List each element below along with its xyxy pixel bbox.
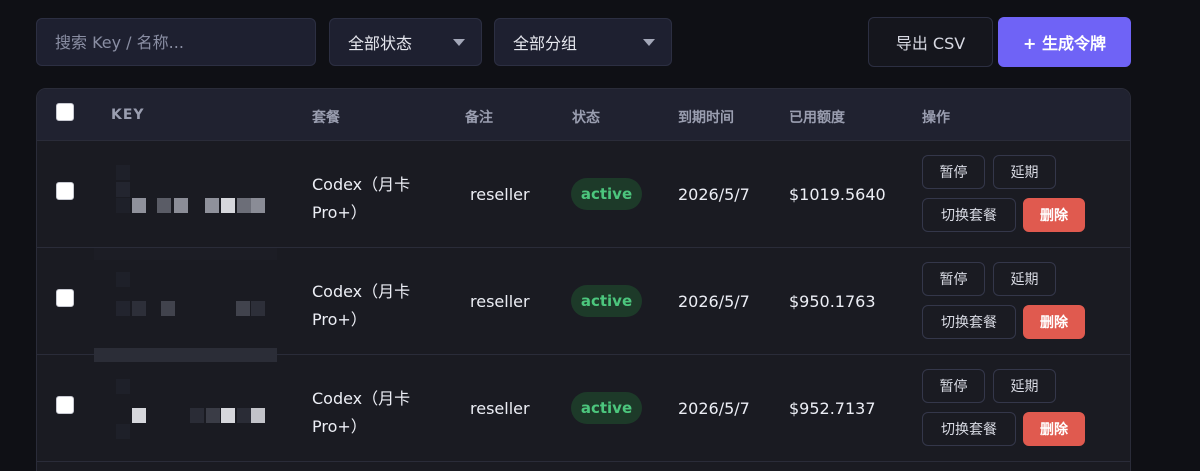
header-note: 备注 [465,110,493,126]
note-text: reseller [470,292,530,311]
status-badge: active [571,285,642,317]
header-key: KEY [111,107,145,123]
chevron-down-icon [453,39,465,46]
note-text: reseller [470,399,530,418]
key-masked [94,355,277,462]
chevron-down-icon [643,39,655,46]
key-masked [94,248,277,362]
pause-button[interactable]: 暂停 [922,155,985,189]
header-used-quota: 已用额度 [789,110,845,126]
used-quota: $952.7137 [789,399,876,418]
note-text: reseller [470,185,530,204]
pause-button[interactable]: 暂停 [922,262,985,296]
toolbar: 全部状态 全部分组 导出 CSV + 生成令牌 [0,0,1200,88]
extend-button[interactable]: 延期 [993,369,1056,403]
status-filter-label: 全部状态 [348,34,413,53]
row-checkbox[interactable] [56,289,74,307]
switch-plan-button[interactable]: 切换套餐 [922,412,1016,446]
used-quota: $950.1763 [789,292,876,311]
expiry-date: 2026/5/7 [678,185,750,204]
tokens-table: KEY 套餐 备注 状态 到期时间 已用额度 操作 Codex（月卡 Pro+）… [36,88,1131,471]
switch-plan-button[interactable]: 切换套餐 [922,198,1016,232]
status-badge: active [571,178,642,210]
table-header: KEY 套餐 备注 状态 到期时间 已用额度 操作 [37,89,1130,141]
delete-button[interactable]: 删除 [1023,412,1085,446]
delete-button[interactable]: 删除 [1023,305,1085,339]
status-filter-select[interactable]: 全部状态 [329,18,482,66]
delete-button[interactable]: 删除 [1023,198,1085,232]
row-checkbox[interactable] [56,396,74,414]
header-actions: 操作 [922,110,950,126]
extend-button[interactable]: 延期 [993,155,1056,189]
table-row: Codex（月卡 Pro+） reseller active 2026/5/7 … [37,141,1130,248]
plan-name: Codex（月卡 Pro+） [312,389,411,436]
expiry-date: 2026/5/7 [678,399,750,418]
key-masked [94,141,277,248]
header-plan: 套餐 [312,110,340,126]
table-row: Codex（月卡 Pro+） reseller active 2026/5/7 … [37,355,1130,462]
extend-button[interactable]: 延期 [993,262,1056,296]
export-csv-button[interactable]: 导出 CSV [868,17,993,67]
row-checkbox[interactable] [56,182,74,200]
group-filter-select[interactable]: 全部分组 [494,18,672,66]
select-all-checkbox[interactable] [56,103,74,121]
search-input[interactable] [36,18,316,66]
expiry-date: 2026/5/7 [678,292,750,311]
table-row: Codex（月卡 Pro+） reseller active 2026/5/7 … [37,248,1130,362]
header-status: 状态 [572,110,600,126]
header-expiry: 到期时间 [678,110,734,126]
status-badge: active [571,392,642,424]
pause-button[interactable]: 暂停 [922,369,985,403]
group-filter-label: 全部分组 [513,34,578,53]
plan-name: Codex（月卡 Pro+） [312,282,411,329]
plan-name: Codex（月卡 Pro+） [312,175,411,222]
used-quota: $1019.5640 [789,185,886,204]
switch-plan-button[interactable]: 切换套餐 [922,305,1016,339]
create-token-button[interactable]: + 生成令牌 [998,17,1131,67]
